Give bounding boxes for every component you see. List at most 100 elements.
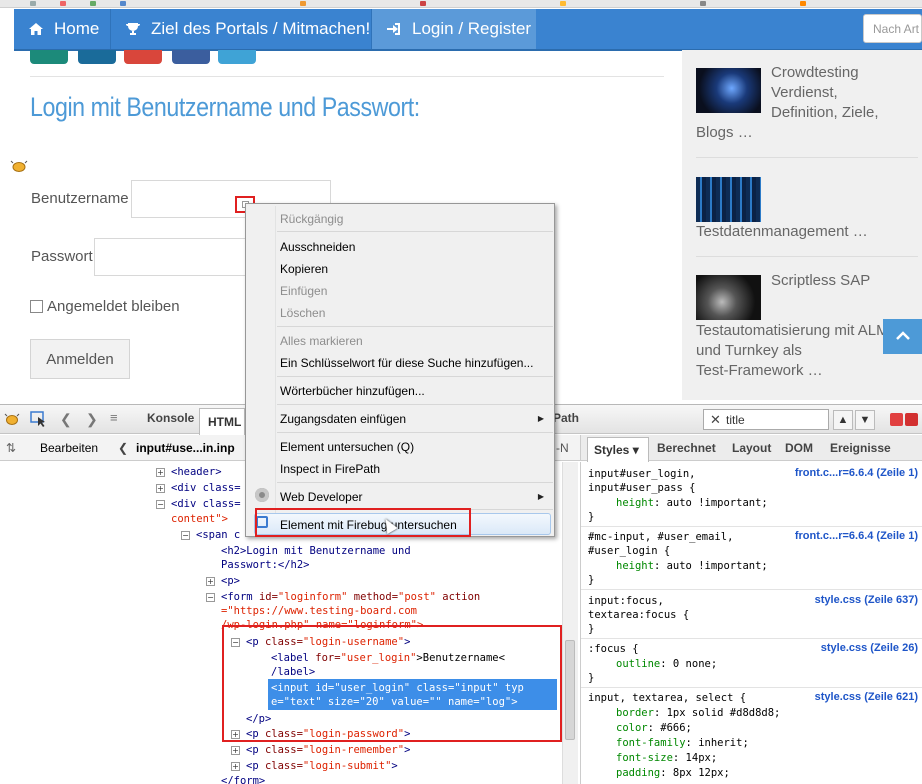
menu-item-add-keyword[interactable]: Ein Schlüsselwort für diese Suche hinzuf… <box>280 356 533 370</box>
post-link-scriptless[interactable]: Scriptless SAP <box>771 271 870 291</box>
menu-item-select-all[interactable]: Alles markieren <box>280 334 363 348</box>
linkedin-icon[interactable] <box>78 50 116 64</box>
firebug-logo-icon[interactable] <box>4 412 20 429</box>
tab-html[interactable]: HTML <box>199 408 245 435</box>
css-property[interactable]: border: 1px solid #d8d8d8; <box>616 706 780 721</box>
css-source-link[interactable]: front.c...r=6.6.4 (Zeile 1) <box>795 467 918 479</box>
menu-item-cut[interactable]: Ausschneiden <box>280 240 355 254</box>
tab-console[interactable]: Konsole <box>147 411 194 425</box>
whatsapp-icon[interactable] <box>30 50 68 64</box>
post-thumbnail-crowdtesting[interactable] <box>696 68 761 113</box>
css-source-link[interactable]: style.css (Zeile 26) <box>821 642 918 654</box>
css-selector[interactable]: :focus { <box>588 642 639 657</box>
search-value: title <box>726 413 745 427</box>
nav-about[interactable]: Ziel des Portals / Mitmachen! <box>125 9 383 49</box>
css-property[interactable]: outline: 0 none; <box>616 657 717 672</box>
menu-item-inspect-element[interactable]: Element untersuchen (Q) <box>280 440 414 454</box>
tree-expand-toggle[interactable]: + <box>231 762 240 771</box>
trophy-icon <box>125 21 141 37</box>
forward-arrow-icon[interactable]: ❯ <box>86 411 98 428</box>
tree-node[interactable]: <header> <box>171 465 222 479</box>
tree-expand-toggle[interactable]: + <box>156 484 165 493</box>
close-firebug-icon[interactable] <box>905 413 918 426</box>
breadcrumb[interactable]: input#use...in.inp <box>136 441 235 455</box>
css-selector[interactable]: #mc-input, #user_email, <box>588 530 733 545</box>
css-property[interactable]: font-family: inherit; <box>616 736 749 751</box>
menu-item-insert-credentials[interactable]: Zugangsdaten einfügen <box>280 412 406 426</box>
edit-button[interactable]: Bearbeiten <box>40 441 98 455</box>
css-selector[interactable]: input:focus, <box>588 594 664 609</box>
post-link-crowdtesting-tail[interactable]: Blogs … <box>696 123 753 143</box>
tree-node[interactable]: <div class= <box>171 481 241 495</box>
css-selector[interactable]: input#user_login, <box>588 467 695 482</box>
tree-expand-toggle[interactable]: + <box>156 468 165 477</box>
css-selector[interactable]: #user_login { <box>588 544 670 559</box>
tree-node[interactable]: </form> <box>221 774 265 784</box>
css-selector[interactable]: input, textarea, select { <box>588 691 746 706</box>
css-property[interactable]: padding: 8px 12px; <box>616 766 730 781</box>
tree-node[interactable]: <h2>Login mit Benutzername und <box>221 544 411 558</box>
css-selector[interactable]: textarea:focus { <box>588 608 689 623</box>
breadcrumb-arrow-icon[interactable]: ❮ <box>118 441 128 455</box>
firebug-dock-icon[interactable] <box>10 160 28 175</box>
search-next-button[interactable]: ▼ <box>855 410 875 430</box>
twitter-icon[interactable] <box>218 50 256 64</box>
menu-item-delete[interactable]: Löschen <box>280 306 325 320</box>
google-plus-icon[interactable] <box>124 50 162 64</box>
tree-collapse-toggle[interactable]: − <box>206 593 215 602</box>
post-link-testdatenmanagement[interactable]: Testdatenmanagement … <box>696 222 868 242</box>
menu-item-web-developer[interactable]: Web Developer <box>280 490 363 504</box>
facebook-icon[interactable] <box>172 50 210 64</box>
inspect-pointer-icon[interactable] <box>30 411 48 430</box>
tree-node[interactable]: <div class= <box>171 497 241 511</box>
login-submit-button[interactable]: Anmelden <box>30 339 130 379</box>
back-arrow-icon[interactable]: ❮ <box>60 411 72 428</box>
tree-collapse-toggle[interactable]: − <box>181 531 190 540</box>
tree-expand-toggle[interactable]: + <box>231 746 240 755</box>
tree-node-p-submit[interactable]: <p class="login-submit"> <box>246 759 398 773</box>
tree-node[interactable]: <span c <box>196 528 240 542</box>
command-line-icon[interactable]: ≡ <box>110 410 118 425</box>
post-link-crowdtesting[interactable]: Crowdtesting Verdienst, Definition, Ziel… <box>771 63 901 123</box>
nav-login[interactable]: Login / Register <box>372 9 536 49</box>
css-source-link[interactable]: style.css (Zeile 637) <box>815 594 918 606</box>
search-prev-button[interactable]: ▲ <box>833 410 853 430</box>
tab-layout[interactable]: Layout <box>732 441 771 455</box>
tab-dom[interactable]: DOM <box>785 441 813 455</box>
css-selector[interactable]: input#user_pass { <box>588 481 695 496</box>
tree-node-p-remember[interactable]: <p class="login-remember"> <box>246 743 410 757</box>
css-property[interactable]: color: #666; <box>616 721 692 736</box>
clear-search-icon[interactable]: ✕ <box>710 412 721 428</box>
css-property[interactable]: height: auto !important; <box>616 496 768 511</box>
tab-styles[interactable]: Styles ▾ <box>587 437 649 462</box>
tree-node[interactable]: <p> <box>221 574 240 588</box>
menu-item-copy[interactable]: Kopieren <box>280 262 328 276</box>
menu-item-inspect-firepath[interactable]: Inspect in FirePath <box>280 462 380 476</box>
expand-icon[interactable]: ⇅ <box>6 441 16 455</box>
menu-item-paste[interactable]: Einfügen <box>280 284 327 298</box>
css-property[interactable]: font-size: 14px; <box>616 751 717 766</box>
post-thumbnail-testdaten[interactable] <box>696 177 761 222</box>
breadcrumb-overflow-icon[interactable]: -N <box>556 441 569 455</box>
tree-scrollbar-thumb[interactable] <box>565 640 575 740</box>
back-to-top-button[interactable] <box>883 319 922 354</box>
post-link-scriptless-line3[interactable]: und Turnkey als <box>696 341 802 361</box>
tab-events[interactable]: Ereignisse <box>830 441 891 455</box>
tree-collapse-toggle[interactable]: − <box>156 500 165 509</box>
css-source-link[interactable]: style.css (Zeile 621) <box>815 691 918 703</box>
tab-firepath[interactable]: Path <box>553 411 579 425</box>
css-property[interactable]: height: auto !important; <box>616 559 768 574</box>
minimize-firebug-icon[interactable] <box>890 413 903 426</box>
tree-node-form[interactable]: <form id="loginform" method="post" actio… <box>221 590 480 604</box>
post-link-scriptless-line2[interactable]: Testautomatisierung mit ALM <box>696 321 889 341</box>
remember-checkbox[interactable] <box>30 300 43 313</box>
menu-item-add-dictionaries[interactable]: Wörterbücher hinzufügen... <box>280 384 425 398</box>
post-link-scriptless-line4[interactable]: Test-Framework … <box>696 361 823 381</box>
tree-expand-toggle[interactable]: + <box>206 577 215 586</box>
post-thumbnail-scriptless[interactable] <box>696 275 761 320</box>
css-source-link[interactable]: front.c...r=6.6.4 (Zeile 1) <box>795 530 918 542</box>
site-search-input[interactable]: Nach Art <box>863 14 922 43</box>
tab-computed[interactable]: Berechnet <box>657 441 716 455</box>
firebug-search-input[interactable]: ✕ title <box>703 409 829 430</box>
menu-item-undo[interactable]: Rückgängig <box>280 212 343 226</box>
